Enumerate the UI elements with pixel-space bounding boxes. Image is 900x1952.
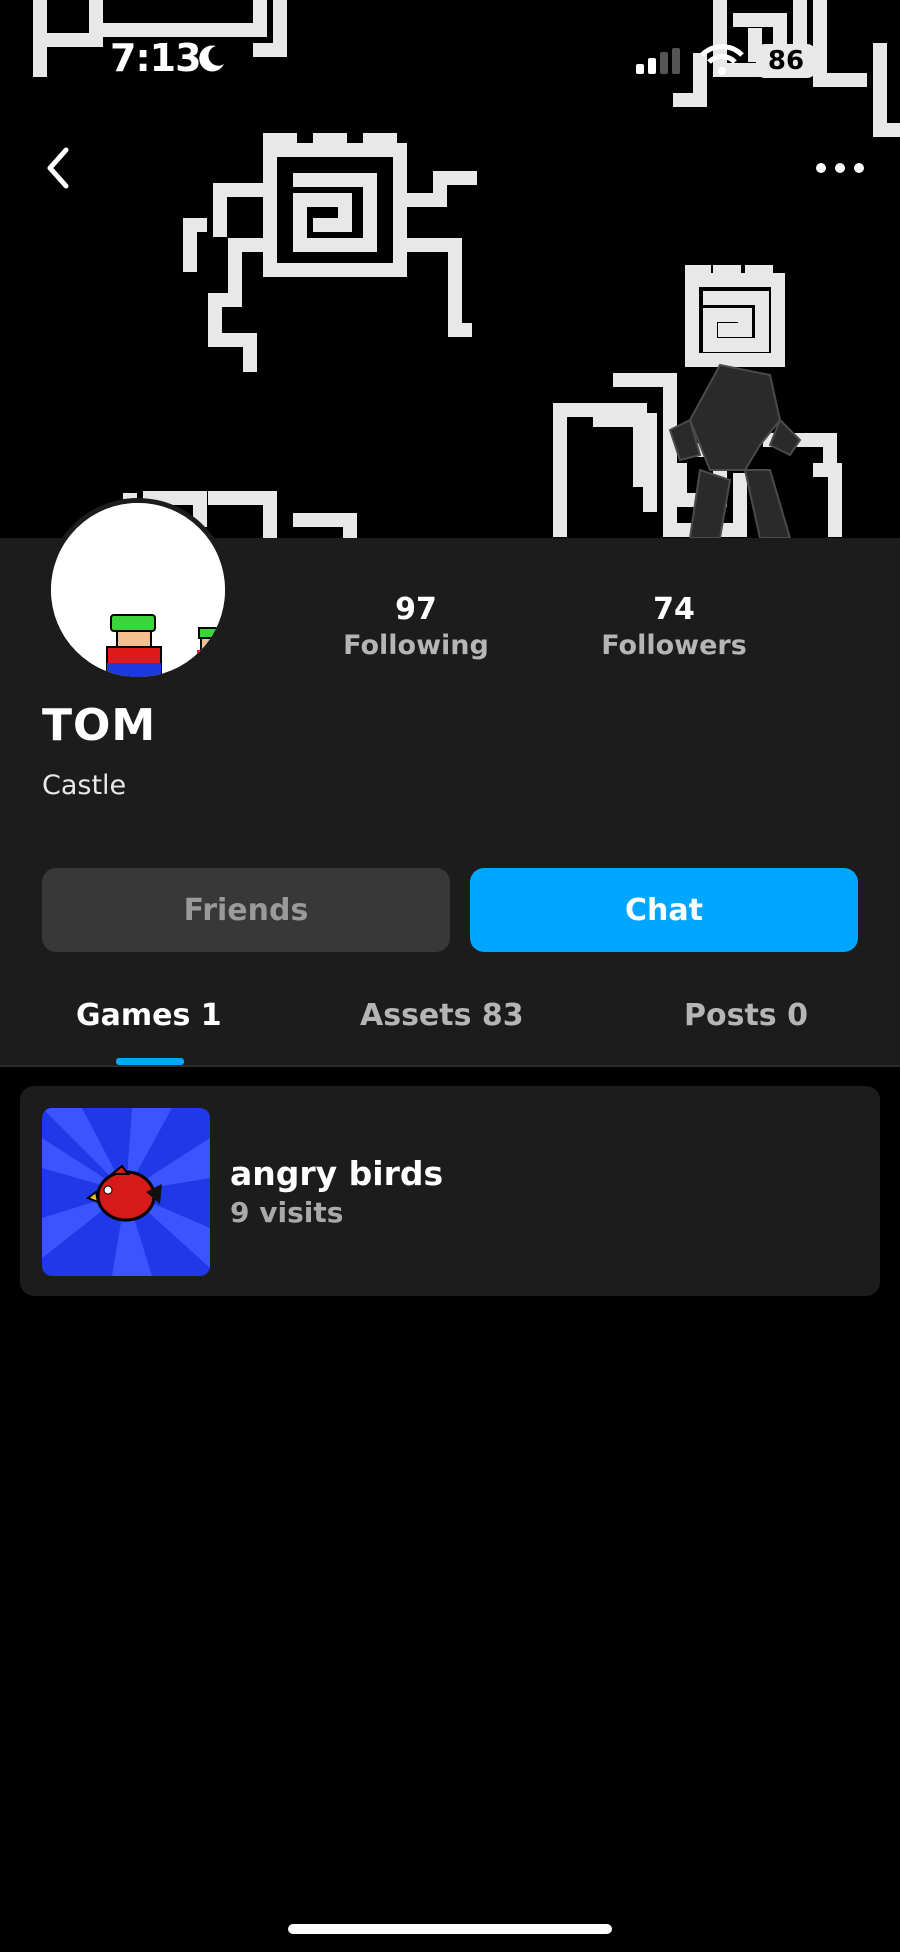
more-options-button[interactable] <box>810 150 870 186</box>
followers-label: Followers <box>601 630 747 661</box>
back-button[interactable] <box>36 140 80 196</box>
battery-level: 86 <box>767 46 805 76</box>
status-bar: 7:13 86 <box>0 0 900 120</box>
cellular-signal-icon <box>636 48 686 78</box>
avatar-image <box>51 503 225 677</box>
game-thumbnail <box>42 1108 210 1276</box>
tab-posts[interactable]: Posts 0 <box>684 998 808 1033</box>
avatar[interactable] <box>46 498 230 682</box>
game-card[interactable]: angry birds 9 visits <box>20 1086 880 1296</box>
profile-display-name: TOM <box>42 700 157 751</box>
chevron-left-icon <box>47 147 69 189</box>
status-time: 7:13 <box>110 36 202 80</box>
ellipsis-icon <box>816 163 864 173</box>
friends-button[interactable]: Friends <box>42 868 450 952</box>
following-count: 97 <box>395 592 437 627</box>
tab-games[interactable]: Games 1 <box>76 998 222 1033</box>
followers-count: 74 <box>653 592 695 627</box>
game-visits: 9 visits <box>230 1196 344 1229</box>
tab-assets[interactable]: Assets 83 <box>360 998 524 1033</box>
chat-button[interactable]: Chat <box>470 868 858 952</box>
moon-icon <box>196 42 228 78</box>
following-stat[interactable]: 97 Following <box>316 592 516 664</box>
active-tab-indicator <box>116 1058 184 1065</box>
battery-icon: 86 <box>756 44 816 78</box>
game-title: angry birds <box>230 1154 444 1193</box>
following-label: Following <box>343 630 489 661</box>
followers-stat[interactable]: 74 Followers <box>574 592 774 664</box>
tabs-divider <box>0 1065 900 1067</box>
profile-tabs: Games 1 Assets 83 Posts 0 <box>0 990 900 1065</box>
profile-subtitle: Castle <box>42 770 127 801</box>
wifi-icon <box>700 44 744 80</box>
home-indicator <box>288 1924 612 1934</box>
